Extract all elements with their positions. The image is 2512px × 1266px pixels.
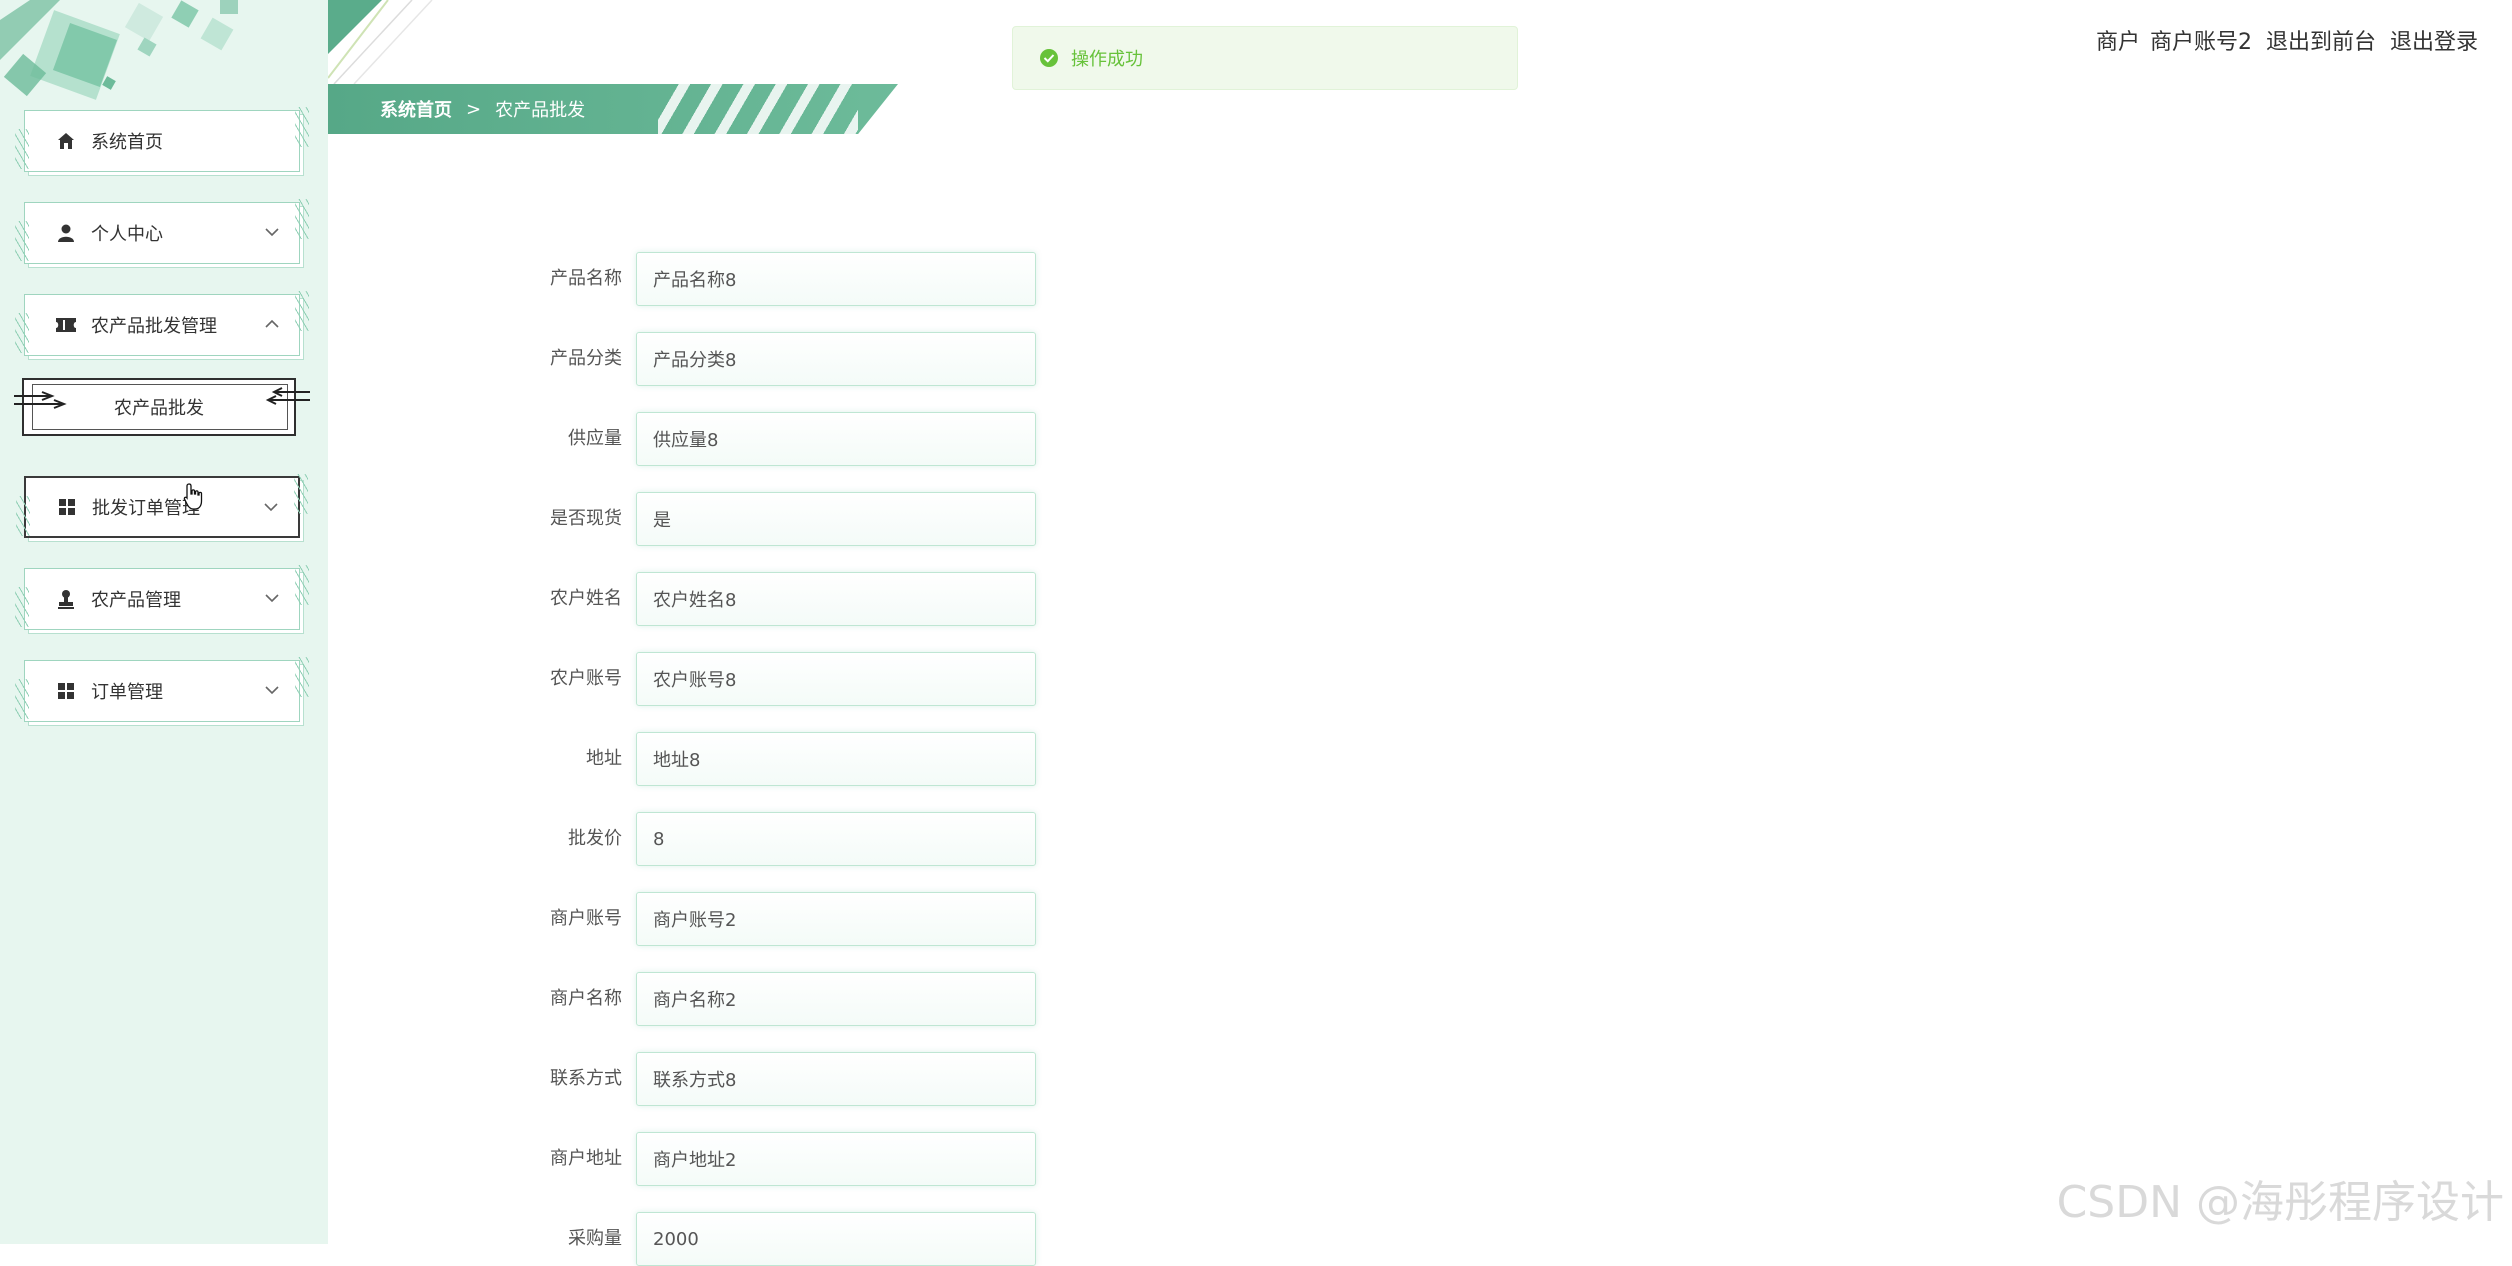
chevron-down-icon [265,686,279,695]
field-label: 商户地址 [550,1148,622,1169]
check-circle-icon [1040,49,1058,67]
field-label: 商户账号 [550,908,622,929]
form-row-wholesale-price: 批发价 [500,812,1036,866]
breadcrumb: 系统首页 > 农产品批发 [328,84,898,134]
field-label: 地址 [586,748,622,769]
breadcrumb-home[interactable]: 系统首页 [380,96,452,122]
form-row-supply: 供应量 [500,412,1036,466]
form-row-product-category: 产品分类 [500,332,1036,386]
farmer-account-input[interactable] [636,652,1036,706]
sidebar-item-label: 订单管理 [91,682,163,703]
sidebar-item-label: 农产品批发管理 [91,316,217,337]
grid-icon [56,496,78,518]
breadcrumb-stripes [658,84,858,134]
wholesale-price-input[interactable] [636,812,1036,866]
field-label: 批发价 [568,828,622,849]
form-row-merchant-account: 商户账号 [500,892,1036,946]
merchant-account-input[interactable] [636,892,1036,946]
home-icon [55,130,77,152]
merchant-name-input[interactable] [636,972,1036,1026]
form-row-purchase-qty: 采购量 [500,1212,1036,1266]
sidebar-item-label: 农产品管理 [91,590,181,611]
field-label: 商户名称 [550,988,622,1009]
user-name: 商户账号2 [2149,30,2252,55]
field-label: 产品名称 [550,268,622,289]
sidebar: 系统首页 个人中心 农产品批发管理 农产品批发 批发订单管理 农产品管理 订单管… [0,0,328,1244]
field-label: 联系方式 [550,1068,622,1089]
product-category-input[interactable] [636,332,1036,386]
merchant-address-input[interactable] [636,1132,1036,1186]
arrow-right-icon [14,391,67,409]
field-label: 产品分类 [550,348,622,369]
arrow-left-icon [265,387,310,405]
grid-icon [55,680,77,702]
chevron-up-icon [265,319,279,328]
sidebar-item-personal[interactable]: 个人中心 [15,199,309,264]
farmer-name-input[interactable] [636,572,1036,626]
chevron-down-icon [265,228,279,237]
hand-cursor-icon [183,483,203,510]
user-icon [55,222,77,244]
breadcrumb-current: 农产品批发 [495,100,586,121]
logout-link[interactable]: 退出登录 [2390,24,2478,56]
sidebar-item-product-mgmt[interactable]: 农产品管理 [15,565,309,630]
address-input[interactable] [636,732,1036,786]
field-label: 农户姓名 [550,588,622,609]
form-row-in-stock: 是否现货 [500,492,1036,546]
toast-message: 操作成功 [1071,49,1143,70]
product-name-input[interactable] [636,252,1036,306]
stamp-icon [55,588,77,610]
sidebar-item-label: 系统首页 [91,132,163,153]
sidebar-item-wholesale-orders[interactable]: 批发订单管理 [16,474,308,538]
form-row-farmer-account: 农户账号 [500,652,1036,706]
sidebar-item-order-mgmt[interactable]: 订单管理 [15,657,309,722]
form-row-product-name: 产品名称 [500,252,1036,306]
sidebar-item-home[interactable]: 系统首页 [15,107,309,172]
form-row-contact: 联系方式 [500,1052,1036,1106]
field-label: 是否现货 [550,508,622,529]
form-row-farmer-name: 农户姓名 [500,572,1036,626]
field-label: 供应量 [568,428,622,449]
chevron-down-icon [265,594,279,603]
field-label: 农户账号 [550,668,622,689]
form-row-address: 地址 [500,732,1036,786]
supply-input[interactable] [636,412,1036,466]
purchase-qty-input[interactable] [636,1212,1036,1266]
field-label: 采购量 [568,1228,622,1249]
ticket-icon [55,314,77,336]
sidebar-decoration [0,0,238,100]
form-row-merchant-name: 商户名称 [500,972,1036,1026]
in-stock-input[interactable] [636,492,1036,546]
front-link[interactable]: 退出到前台 [2266,24,2376,56]
watermark: CSDN @海彤程序设计 [2056,1177,2504,1228]
sidebar-item-wholesale-mgmt[interactable]: 农产品批发管理 [15,291,309,356]
breadcrumb-separator: > [466,98,482,120]
header-decoration [328,0,433,84]
chevron-down-icon [264,503,278,512]
contact-input[interactable] [636,1052,1036,1106]
sidebar-item-label: 个人中心 [91,224,163,245]
user-bar: 商户 商户账号2 退出到前台 退出登录 [2096,24,2478,56]
submenu-item-label: 农产品批发 [114,398,204,419]
success-toast: 操作成功 [1012,26,1518,90]
user-role: 商户 [2095,30,2140,55]
form-row-merchant-address: 商户地址 [500,1132,1036,1186]
submenu-item-wholesale[interactable]: 农产品批发 [14,378,310,436]
